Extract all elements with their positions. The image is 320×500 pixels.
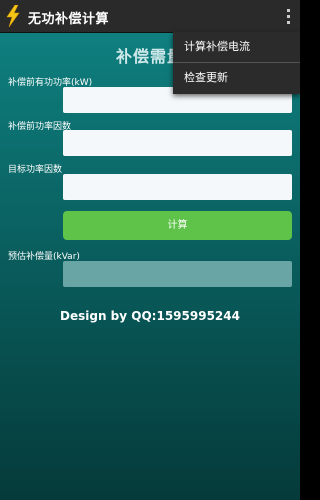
power-factor-before-input[interactable] bbox=[63, 130, 292, 156]
credit-text: Design by QQ:1595995244 bbox=[60, 309, 240, 323]
power-factor-before-label: 补偿前功率因数 bbox=[8, 122, 72, 132]
calculate-button[interactable]: 计算 bbox=[63, 211, 292, 240]
app-title: 无功补偿计算 bbox=[28, 12, 110, 27]
overflow-menu: 计算补偿电流 检查更新 bbox=[173, 32, 300, 94]
result-field bbox=[63, 261, 292, 287]
target-power-factor-input[interactable] bbox=[63, 174, 292, 200]
app-window: 无功补偿计算 补偿需量 补偿前有功功率(kW) 补偿前功率因数 目标功率因数 计… bbox=[0, 0, 300, 500]
main-content: 补偿需量 补偿前有功功率(kW) 补偿前功率因数 目标功率因数 计算 预估补偿量… bbox=[0, 33, 300, 500]
lightning-bolt-icon bbox=[6, 4, 20, 28]
menu-item-calc-current[interactable]: 计算补偿电流 bbox=[173, 32, 300, 62]
more-vert-icon[interactable] bbox=[280, 6, 296, 28]
target-power-factor-label: 目标功率因数 bbox=[8, 165, 63, 175]
menu-item-check-update[interactable]: 检查更新 bbox=[173, 63, 300, 93]
action-bar: 无功补偿计算 bbox=[0, 0, 300, 33]
